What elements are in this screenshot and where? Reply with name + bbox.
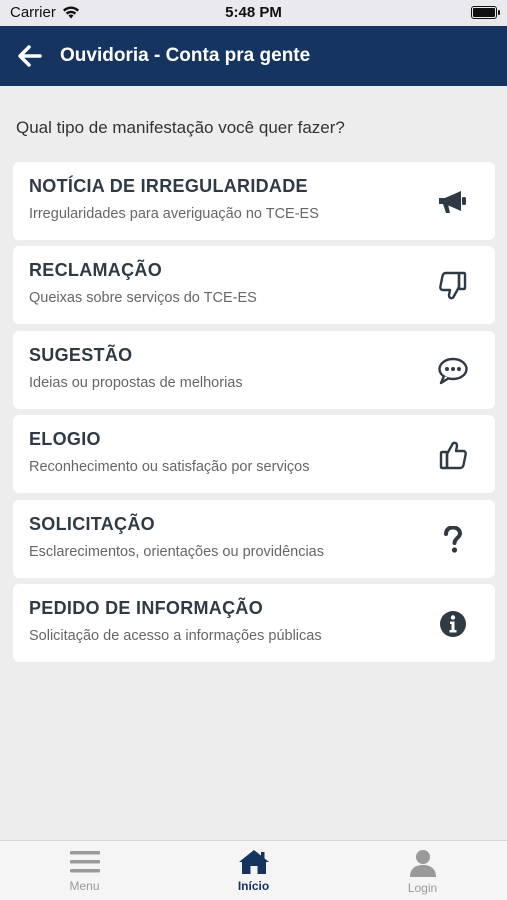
menu-icon [69, 851, 100, 873]
info-icon [437, 608, 469, 640]
tab-bar: Menu Início Login [0, 840, 507, 900]
option-title: SOLICITAÇÃO [29, 513, 155, 534]
question-prompt: Qual tipo de manifestação você quer faze… [16, 118, 345, 137]
arrow-left-icon [18, 45, 42, 67]
thumbs-down-icon [437, 270, 469, 302]
status-bar: Carrier 5:48 PM [0, 0, 507, 26]
tab-inicio[interactable]: Início [169, 841, 338, 900]
option-subtitle: Queixas sobre serviços do TCE-ES [29, 290, 257, 307]
option-subtitle: Ideias ou propostas de melhorias [29, 374, 243, 391]
option-title: SUGESTÃO [29, 344, 133, 365]
option-subtitle: Reconhecimento ou satisfação por serviço… [29, 459, 310, 476]
manifestation-options: NOTÍCIA DE IRREGULARIDADE Irregularidade… [13, 162, 495, 668]
megaphone-icon [437, 186, 469, 218]
question-icon [437, 524, 469, 556]
tab-label: Início [237, 879, 270, 893]
header-bar: Ouvidoria - Conta pra gente [0, 26, 507, 86]
option-subtitle: Esclarecimentos, orientações ou providên… [29, 543, 324, 560]
back-button[interactable] [0, 26, 60, 86]
option-title: RECLAMAÇÃO [29, 260, 162, 281]
thumbs-up-icon [437, 439, 469, 471]
tab-label: Menu [69, 879, 100, 893]
user-icon [409, 850, 436, 877]
option-subtitle: Solicitação de acesso a informações públ… [29, 627, 322, 644]
option-sugestao[interactable]: SUGESTÃO Ideias ou propostas de melhoria… [13, 330, 495, 409]
option-noticia-irregularidade[interactable]: NOTÍCIA DE IRREGULARIDADE Irregularidade… [13, 162, 495, 240]
option-title: PEDIDO DE INFORMAÇÃO [29, 597, 264, 618]
option-subtitle: Irregularidades para averiguação no TCE-… [29, 206, 319, 222]
option-title: NOTÍCIA DE IRREGULARIDADE [29, 176, 308, 196]
chat-bubble-icon [437, 355, 469, 387]
home-icon [238, 850, 269, 874]
option-pedido-informacao[interactable]: PEDIDO DE INFORMAÇÃO Solicitação de aces… [13, 583, 495, 662]
option-solicitacao[interactable]: SOLICITAÇÃO Esclarecimentos, orientações… [13, 499, 495, 578]
tab-menu[interactable]: Menu [0, 841, 169, 900]
status-time: 5:48 PM [225, 4, 282, 21]
battery-icon [471, 6, 500, 19]
option-reclamacao[interactable]: RECLAMAÇÃO Queixas sobre serviços do TCE… [13, 246, 495, 325]
page-title: Ouvidoria - Conta pra gente [60, 45, 311, 66]
option-elogio[interactable]: ELOGIO Reconhecimento ou satisfação por … [13, 415, 495, 494]
tab-login[interactable]: Login [338, 841, 507, 900]
option-title: ELOGIO [29, 429, 101, 450]
tab-label: Login [407, 881, 438, 895]
